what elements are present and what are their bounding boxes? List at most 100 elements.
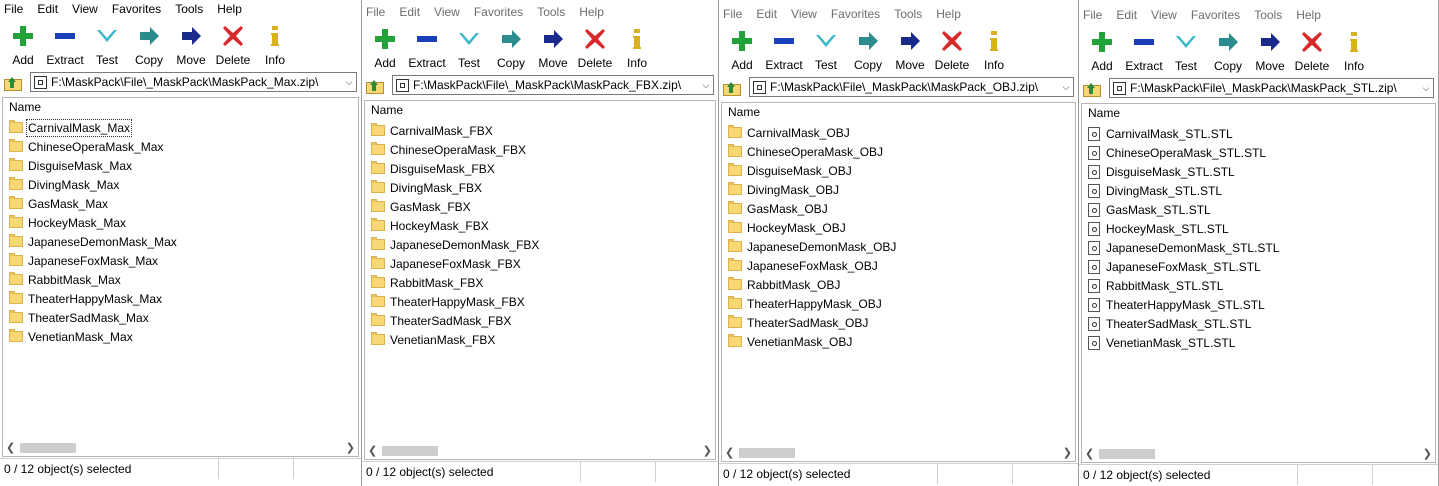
file-list[interactable]: Name CarnivalMask_OBJ ChineseOperaMask_OB… [721,102,1076,462]
test-button[interactable]: Test [448,23,490,71]
horizontal-scrollbar[interactable]: ❮ ❯ [1082,446,1435,462]
column-header-name[interactable]: Name [722,103,1075,121]
column-header-name[interactable]: Name [1082,104,1435,122]
list-item[interactable]: TheaterSadMask_OBJ [722,313,1075,332]
move-button[interactable]: Move [1249,26,1291,74]
delete-button[interactable]: Delete [574,23,616,71]
menu-file[interactable]: File [1083,8,1102,22]
list-item[interactable]: JapaneseFoxMask_OBJ [722,256,1075,275]
list-item[interactable]: TheaterHappyMask_Max [3,289,358,308]
extract-button[interactable]: Extract [406,23,448,71]
scroll-thumb[interactable] [1099,449,1155,459]
menu-tools[interactable]: Tools [537,5,565,19]
list-item[interactable]: GasMask_OBJ [722,199,1075,218]
menu-view[interactable]: View [434,5,460,19]
horizontal-scrollbar[interactable]: ❮ ❯ [3,440,358,456]
file-list[interactable]: Name CarnivalMask_FBX ChineseOperaMask_FB… [364,100,716,460]
menu-help[interactable]: Help [936,7,961,21]
list-item[interactable]: VenetianMask_FBX [365,330,715,349]
scroll-right-icon[interactable]: ❯ [1063,446,1072,459]
list-item[interactable]: HockeyMask_STL.STL [1082,219,1435,238]
list-item[interactable]: TheaterHappyMask_STL.STL [1082,295,1435,314]
list-item[interactable]: HockeyMask_FBX [365,216,715,235]
list-item[interactable]: ChineseOperaMask_OBJ [722,142,1075,161]
menu-favorites[interactable]: Favorites [831,7,880,21]
scroll-right-icon[interactable]: ❯ [703,444,712,457]
file-list[interactable]: Name CarnivalMask_Max ChineseOperaMask_Ma… [2,97,359,457]
menu-help[interactable]: Help [579,5,604,19]
up-folder-icon[interactable] [4,75,22,91]
list-item[interactable]: TheaterSadMask_Max [3,308,358,327]
chevron-down-icon[interactable]: ⌵ [699,80,713,91]
list-item[interactable]: GasMask_FBX [365,197,715,216]
test-button[interactable]: Test [805,25,847,73]
address-bar[interactable]: F:\MaskPack\File\_MaskPack\MaskPack_Max.… [30,72,357,92]
list-item[interactable]: HockeyMask_Max [3,213,358,232]
list-item[interactable]: JapaneseDemonMask_Max [3,232,358,251]
list-item[interactable]: VenetianMask_Max [3,327,358,346]
delete-button[interactable]: Delete [931,25,973,73]
list-item[interactable]: ChineseOperaMask_STL.STL [1082,143,1435,162]
list-item[interactable]: HockeyMask_OBJ [722,218,1075,237]
scroll-left-icon[interactable]: ❮ [368,444,377,457]
list-item[interactable]: VenetianMask_OBJ [722,332,1075,351]
up-folder-icon[interactable] [366,78,384,94]
menu-view[interactable]: View [1151,8,1177,22]
menu-edit[interactable]: Edit [756,7,777,21]
list-item[interactable]: GasMask_Max [3,194,358,213]
address-bar[interactable]: F:\MaskPack\File\_MaskPack\MaskPack_FBX.… [392,75,714,95]
up-folder-icon[interactable] [723,80,741,96]
list-item[interactable]: RabbitMask_STL.STL [1082,276,1435,295]
move-button[interactable]: Move [532,23,574,71]
horizontal-scrollbar[interactable]: ❮ ❯ [722,445,1075,461]
menu-help[interactable]: Help [217,2,242,16]
list-item[interactable]: VenetianMask_STL.STL [1082,333,1435,352]
list-item[interactable]: JapaneseDemonMask_OBJ [722,237,1075,256]
menu-help[interactable]: Help [1296,8,1321,22]
list-item[interactable]: ChineseOperaMask_Max [3,137,358,156]
menu-tools[interactable]: Tools [175,2,203,16]
scroll-thumb[interactable] [739,448,795,458]
menu-file[interactable]: File [723,7,742,21]
chevron-down-icon[interactable]: ⌵ [1419,83,1433,94]
delete-button[interactable]: Delete [1291,26,1333,74]
list-item[interactable]: TheaterHappyMask_OBJ [722,294,1075,313]
extract-button[interactable]: Extract [763,25,805,73]
column-header-name[interactable]: Name [365,101,715,119]
list-item[interactable]: JapaneseFoxMask_FBX [365,254,715,273]
scroll-right-icon[interactable]: ❯ [346,441,355,454]
column-header-name[interactable]: Name [3,98,358,116]
scroll-thumb[interactable] [20,443,76,453]
info-button[interactable]: Info [973,25,1015,73]
list-item[interactable]: TheaterHappyMask_FBX [365,292,715,311]
scroll-left-icon[interactable]: ❮ [725,446,734,459]
list-item[interactable]: RabbitMask_FBX [365,273,715,292]
list-item[interactable]: DisguiseMask_Max [3,156,358,175]
menu-file[interactable]: File [366,5,385,19]
list-item[interactable]: ChineseOperaMask_FBX [365,140,715,159]
copy-button[interactable]: Copy [1207,26,1249,74]
test-button[interactable]: Test [1165,26,1207,74]
scroll-thumb[interactable] [382,446,438,456]
move-button[interactable]: Move [170,20,212,68]
list-item[interactable]: TheaterSadMask_FBX [365,311,715,330]
menu-edit[interactable]: Edit [1116,8,1137,22]
menu-view[interactable]: View [72,2,98,16]
list-item[interactable]: GasMask_STL.STL [1082,200,1435,219]
list-item[interactable]: DisguiseMask_OBJ [722,161,1075,180]
chevron-down-icon[interactable]: ⌵ [342,77,356,88]
add-button[interactable]: Add [2,20,44,68]
test-button[interactable]: Test [86,20,128,68]
add-button[interactable]: Add [721,25,763,73]
menu-tools[interactable]: Tools [1254,8,1282,22]
move-button[interactable]: Move [889,25,931,73]
info-button[interactable]: Info [1333,26,1375,74]
list-item[interactable]: CarnivalMask_OBJ [722,123,1075,142]
list-item[interactable]: RabbitMask_Max [3,270,358,289]
list-item[interactable]: CarnivalMask_FBX [365,121,715,140]
copy-button[interactable]: Copy [490,23,532,71]
list-item[interactable]: DivingMask_FBX [365,178,715,197]
add-button[interactable]: Add [364,23,406,71]
list-item[interactable]: JapaneseFoxMask_Max [3,251,358,270]
extract-button[interactable]: Extract [44,20,86,68]
